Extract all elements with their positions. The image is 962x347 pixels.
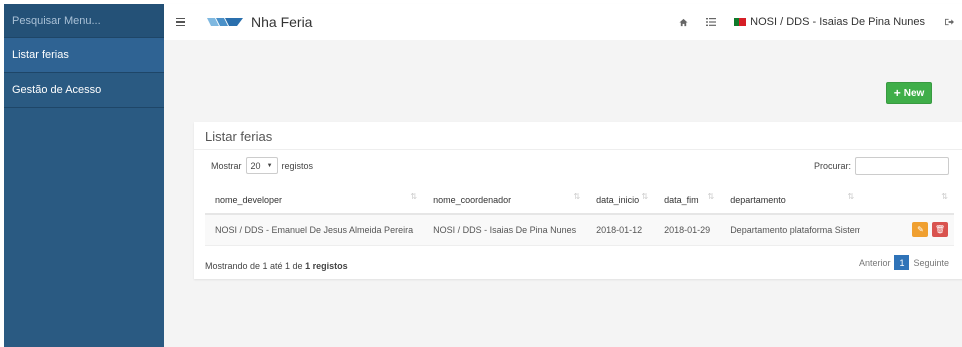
- menu-search-input[interactable]: [12, 14, 164, 27]
- sort-icon: ⇅: [847, 192, 855, 201]
- logout-icon[interactable]: [945, 18, 954, 26]
- column-header[interactable]: departamento ⇅: [720, 186, 861, 215]
- ferias-table: nome_developer ⇅ nome_coordenador ⇅ data_i…: [205, 186, 954, 246]
- sidebar: Listar ferias Gestão de Acesso: [4, 4, 164, 347]
- cell-data-fim: 2018-01-29: [654, 214, 721, 246]
- sort-icon: ⇅: [410, 192, 418, 201]
- plus-icon: +: [893, 86, 901, 100]
- user-name: NOSI / DDS - Isaias De Pina Nunes: [750, 16, 925, 28]
- length-suffix: registos: [281, 160, 314, 171]
- panel-divider: [194, 149, 962, 150]
- pagination-page[interactable]: 1: [894, 255, 910, 270]
- logo-icon: [207, 18, 243, 26]
- page-length-select[interactable]: 20 ▼: [245, 157, 278, 174]
- home-icon[interactable]: [679, 18, 688, 27]
- list-icon[interactable]: [706, 17, 717, 27]
- sort-icon: ⇅: [573, 192, 581, 201]
- trash-icon: 🗑: [934, 225, 946, 235]
- sort-icon: ⇅: [941, 192, 948, 201]
- column-header[interactable]: data_inicio ⇅: [586, 186, 655, 215]
- panel-title: Listar ferias: [205, 129, 273, 144]
- cell-data-inicio: 2018-01-12: [586, 214, 655, 246]
- edit-button[interactable]: ✎: [912, 222, 929, 238]
- cell-actions: ✎ 🗑: [860, 214, 954, 246]
- pagination: Anterior 1 Seguinte: [859, 255, 949, 270]
- column-header[interactable]: nome_coordenador ⇅: [423, 186, 587, 215]
- search-label: Procurar:: [813, 161, 851, 171]
- pagination-prev[interactable]: Anterior: [859, 258, 891, 268]
- sort-icon: ⇅: [707, 192, 715, 201]
- main-content: + New Listar ferias Mostrar 20 ▼ registo…: [164, 40, 962, 347]
- caret-down-icon: ▼: [266, 162, 273, 169]
- info-prefix: Mostrando de 1 até 1 de: [205, 261, 303, 271]
- sort-icon: ⇅: [641, 192, 649, 201]
- table-header-row: nome_developer ⇅ nome_coordenador ⇅ data_i…: [205, 186, 954, 215]
- table-search: Procurar:: [814, 157, 949, 175]
- new-button-label: New: [903, 87, 925, 99]
- ferias-panel: Listar ferias Mostrar 20 ▼ registos Proc…: [194, 122, 962, 279]
- menu-search: [4, 4, 164, 38]
- delete-button[interactable]: 🗑: [932, 222, 948, 238]
- page-length-value: 20: [250, 160, 261, 171]
- cell-nome-developer: NOSI / DDS - Emanuel De Jesus Almeida Pe…: [205, 214, 424, 246]
- hamburger-icon[interactable]: [176, 17, 185, 27]
- pagination-next[interactable]: Seguinte: [913, 258, 949, 268]
- sidebar-item-label: Gestão de Acesso: [12, 84, 102, 96]
- top-bar: Nha Feria NOSI / DDS - Isaias De Pina Nu…: [164, 4, 962, 40]
- column-header[interactable]: ⇅: [860, 186, 954, 215]
- cell-nome-coordenador: NOSI / DDS - Isaias De Pina Nunes: [423, 214, 587, 246]
- column-header[interactable]: data_fim ⇅: [654, 186, 721, 215]
- sidebar-item-gestao-acesso[interactable]: Gestão de Acesso: [4, 73, 164, 108]
- length-prefix: Mostrar: [211, 160, 242, 171]
- pencil-icon: ✎: [917, 225, 924, 235]
- table-info: Mostrando de 1 até 1 de 1 registos: [205, 261, 348, 271]
- sidebar-item-label: Listar ferias: [12, 49, 69, 61]
- search-input[interactable]: [855, 157, 949, 175]
- app-title: Nha Feria: [251, 14, 313, 30]
- sidebar-item-listar-ferias[interactable]: Listar ferias: [4, 38, 164, 73]
- flag-icon: [734, 18, 747, 26]
- page-length-control: Mostrar 20 ▼ registos: [211, 157, 313, 174]
- column-header[interactable]: nome_developer ⇅: [205, 186, 424, 215]
- table-row: NOSI / DDS - Emanuel De Jesus Almeida Pe…: [205, 214, 954, 246]
- new-button[interactable]: + New: [886, 82, 932, 104]
- top-right-nav: NOSI / DDS - Isaias De Pina Nunes: [679, 4, 962, 40]
- user-menu[interactable]: NOSI / DDS - Isaias De Pina Nunes: [734, 16, 925, 28]
- info-count: 1 registos: [305, 261, 348, 271]
- cell-departamento: Departamento plataforma Sistema: [720, 214, 861, 246]
